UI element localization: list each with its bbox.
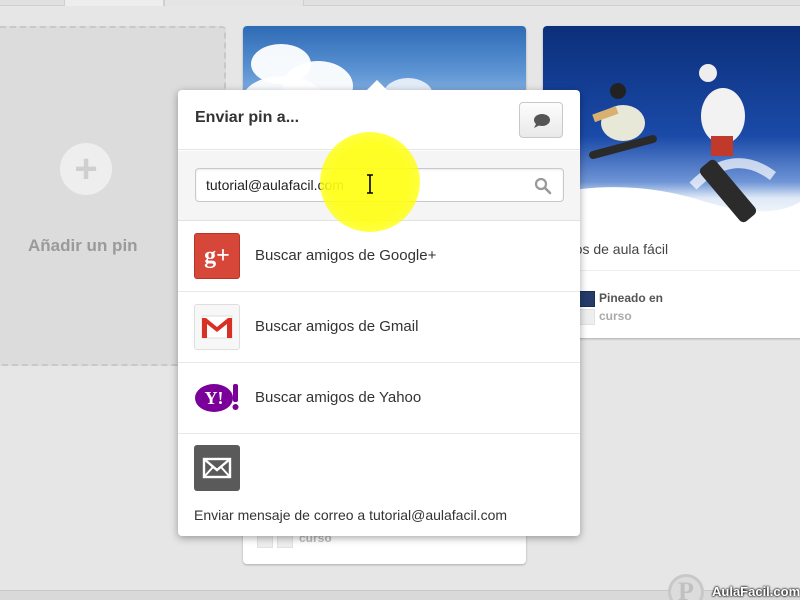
popup-header: Enviar pin a... xyxy=(178,90,580,150)
add-pin-label: Añadir un pin xyxy=(28,236,138,255)
top-tab[interactable] xyxy=(64,0,164,6)
search-box[interactable] xyxy=(195,168,564,202)
google-plus-icon: g+ xyxy=(194,233,240,279)
yahoo-icon: Y! xyxy=(194,375,240,421)
search-area xyxy=(178,151,580,221)
plus-icon: + xyxy=(60,143,112,195)
divider xyxy=(543,270,800,271)
gmail-icon xyxy=(194,304,240,350)
find-friends-label: Buscar amigos de Google+ xyxy=(255,247,437,264)
find-friends-google-plus[interactable]: g+ Buscar amigos de Google+ xyxy=(178,221,580,292)
send-email-label: Enviar mensaje de correo a tutorial@aula… xyxy=(194,507,508,523)
envelope-icon xyxy=(194,445,240,491)
text-cursor-icon xyxy=(367,174,373,194)
pinned-in-label: Pineado en xyxy=(599,291,664,305)
find-friends-label: Buscar amigos de Gmail xyxy=(255,318,419,335)
find-friends-label: Buscar amigos de Yahoo xyxy=(255,389,422,406)
message-button[interactable] xyxy=(519,102,563,138)
board-name[interactable]: curso xyxy=(599,309,632,323)
search-icon[interactable] xyxy=(534,177,552,195)
send-pin-popup: Enviar pin a... g+ Buscar amigos de Goog… xyxy=(178,80,580,536)
top-bar xyxy=(0,0,800,6)
pin-card[interactable]: rsos de aula fácil Pineado en curso xyxy=(543,26,800,338)
pin-image xyxy=(543,26,800,226)
send-email-option[interactable]: Enviar mensaje de correo a tutorial@aula… xyxy=(178,434,580,536)
board-thumbnail xyxy=(579,309,595,325)
svg-text:Y!: Y! xyxy=(205,388,224,408)
watermark: AulaFacil.com xyxy=(712,584,800,599)
board-thumbnail xyxy=(579,291,595,307)
speech-bubble-icon xyxy=(534,114,550,128)
top-tab[interactable] xyxy=(164,0,304,6)
find-friends-yahoo[interactable]: Y! Buscar amigos de Yahoo xyxy=(178,363,580,434)
popup-title: Enviar pin a... xyxy=(195,109,300,126)
find-friends-gmail[interactable]: Buscar amigos de Gmail xyxy=(178,292,580,363)
pinterest-logo-icon[interactable]: P xyxy=(668,574,704,600)
